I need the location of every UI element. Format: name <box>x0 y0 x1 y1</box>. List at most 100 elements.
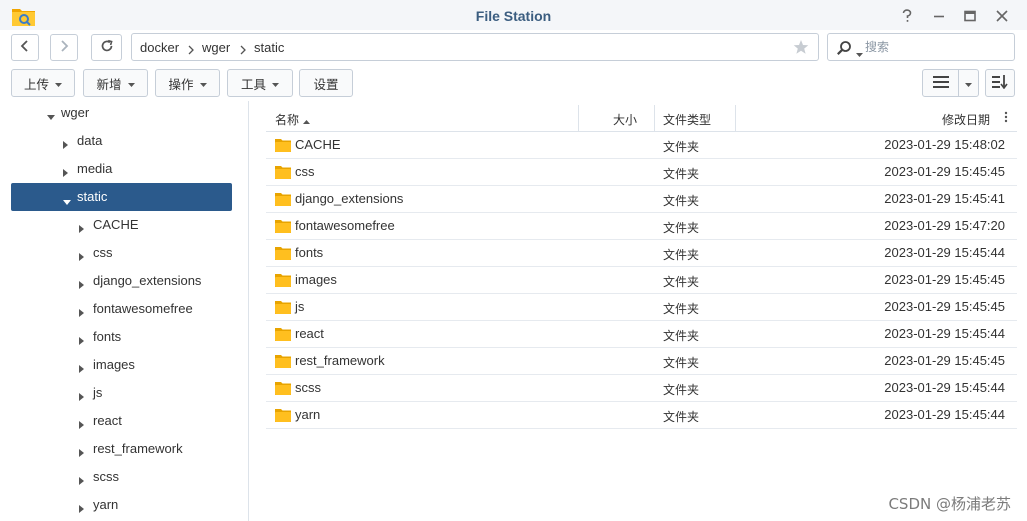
column-header-size[interactable]: 大小 <box>613 111 637 128</box>
upload-button[interactable]: 上传 <box>11 69 75 97</box>
file-row[interactable]: yarn 文件夹 2023-01-29 15:45:44 <box>266 402 1017 429</box>
collapsed-arrow-icon[interactable] <box>79 389 85 404</box>
action-label: 操作 <box>168 76 194 92</box>
folder-tree: wger data media static CACHE css django_exten… <box>0 101 249 521</box>
file-row[interactable]: rest_framework 文件夹 2023-01-29 15:45:45 <box>266 348 1017 375</box>
chevron-right-icon <box>59 39 69 56</box>
column-header-type[interactable]: 文件类型 <box>663 111 711 128</box>
refresh-icon <box>100 39 114 56</box>
file-type: 文件夹 <box>663 248 700 262</box>
close-icon[interactable] <box>992 6 1012 26</box>
file-type: 文件夹 <box>663 140 700 154</box>
file-row[interactable]: CACHE 文件夹 2023-01-29 15:48:02 <box>266 132 1017 159</box>
tree-item[interactable]: fonts <box>11 323 232 351</box>
collapsed-arrow-icon[interactable] <box>79 305 85 320</box>
expanded-arrow-icon[interactable] <box>63 194 71 209</box>
view-options-dropdown[interactable] <box>958 69 979 97</box>
file-row[interactable]: fonts 文件夹 2023-01-29 15:45:44 <box>266 240 1017 267</box>
sort-icon <box>992 74 1008 92</box>
tools-label: 工具 <box>240 76 266 92</box>
minimize-icon[interactable] <box>929 6 949 26</box>
breadcrumb-static[interactable]: static <box>254 40 284 55</box>
search-input[interactable] <box>865 38 1005 56</box>
tree-item-label: media <box>77 161 113 176</box>
refresh-button[interactable] <box>91 34 122 61</box>
help-icon[interactable] <box>897 6 917 26</box>
tree-item[interactable]: CACHE <box>11 211 232 239</box>
file-type: 文件夹 <box>663 194 700 208</box>
file-type: 文件夹 <box>663 302 700 316</box>
tree-item-wger[interactable]: wger <box>11 99 232 127</box>
tree-item[interactable]: scss <box>11 463 232 491</box>
collapsed-arrow-icon[interactable] <box>79 473 85 488</box>
tree-item[interactable]: js <box>11 379 232 407</box>
folder-icon <box>275 408 291 425</box>
create-button[interactable]: 新增 <box>83 69 148 97</box>
tree-item[interactable]: rest_framework <box>11 435 232 463</box>
settings-button[interactable]: 设置 <box>299 69 353 97</box>
file-row[interactable]: js 文件夹 2023-01-29 15:45:45 <box>266 294 1017 321</box>
collapsed-arrow-icon[interactable] <box>79 417 85 432</box>
tools-button[interactable]: 工具 <box>227 69 293 97</box>
tree-item-label: js <box>93 385 103 400</box>
column-header-modified[interactable]: 修改日期 <box>942 111 990 128</box>
window-title: File Station <box>475 8 552 24</box>
forward-button[interactable] <box>50 34 78 61</box>
star-icon[interactable] <box>793 39 809 58</box>
search-options-caret-icon[interactable] <box>856 46 863 61</box>
breadcrumb-wger[interactable]: wger <box>202 40 230 55</box>
tree-item[interactable]: media <box>11 155 232 183</box>
file-modified-date: 2023-01-29 15:45:44 <box>884 380 1005 395</box>
sort-button[interactable] <box>985 69 1015 97</box>
tree-item[interactable]: fontawesomefree <box>11 295 232 323</box>
file-modified-date: 2023-01-29 15:45:44 <box>884 245 1005 260</box>
tree-item[interactable]: css <box>11 239 232 267</box>
tree-item-label: wger <box>61 105 90 120</box>
search-box[interactable] <box>827 33 1015 61</box>
column-divider[interactable] <box>735 105 736 132</box>
file-row[interactable]: css 文件夹 2023-01-29 15:45:45 <box>266 159 1017 186</box>
collapsed-arrow-icon[interactable] <box>79 361 85 376</box>
collapsed-arrow-icon[interactable] <box>79 221 85 236</box>
collapsed-arrow-icon[interactable] <box>79 445 85 460</box>
maximize-icon[interactable] <box>960 6 980 26</box>
tree-item[interactable]: django_extensions <box>11 267 232 295</box>
tree-item-label: yarn <box>93 497 119 512</box>
tree-item[interactable]: data <box>11 127 232 155</box>
collapsed-arrow-icon[interactable] <box>79 249 85 264</box>
file-modified-date: 2023-01-29 15:45:45 <box>884 272 1005 287</box>
column-divider[interactable] <box>578 105 579 132</box>
collapsed-arrow-icon[interactable] <box>63 137 69 152</box>
collapsed-arrow-icon[interactable] <box>63 165 69 180</box>
file-modified-date: 2023-01-29 15:45:44 <box>884 407 1005 422</box>
search-icon[interactable] <box>836 40 852 59</box>
column-divider[interactable] <box>654 105 655 132</box>
folder-icon <box>275 246 291 263</box>
file-row[interactable]: react 文件夹 2023-01-29 15:45:44 <box>266 321 1017 348</box>
list-view-button[interactable] <box>922 69 959 97</box>
file-modified-date: 2023-01-29 15:48:02 <box>884 137 1005 152</box>
expanded-arrow-icon[interactable] <box>47 109 55 124</box>
breadcrumb-docker[interactable]: docker <box>140 40 179 55</box>
file-name: fonts <box>295 245 324 260</box>
file-row[interactable]: django_extensions 文件夹 2023-01-29 15:45:41 <box>266 186 1017 213</box>
collapsed-arrow-icon[interactable] <box>79 277 85 292</box>
column-header-name[interactable]: 名称 <box>275 111 310 128</box>
column-options-icon[interactable] <box>1004 110 1008 127</box>
tree-item[interactable]: react <box>11 407 232 435</box>
collapsed-arrow-icon[interactable] <box>79 501 85 516</box>
tree-item[interactable]: yarn <box>11 491 232 519</box>
collapsed-arrow-icon[interactable] <box>79 333 85 348</box>
file-type: 文件夹 <box>663 410 700 424</box>
file-type: 文件夹 <box>663 383 700 397</box>
tree-item[interactable]: images <box>11 351 232 379</box>
file-row[interactable]: images 文件夹 2023-01-29 15:45:45 <box>266 267 1017 294</box>
file-row[interactable]: fontawesomefree 文件夹 2023-01-29 15:47:20 <box>266 213 1017 240</box>
file-name: CACHE <box>295 137 341 152</box>
action-button[interactable]: 操作 <box>155 69 220 97</box>
dropdown-caret-icon <box>199 76 207 91</box>
path-bar[interactable]: docker wger static <box>131 33 819 61</box>
tree-item[interactable]: static <box>11 183 232 211</box>
file-row[interactable]: scss 文件夹 2023-01-29 15:45:44 <box>266 375 1017 402</box>
back-button[interactable] <box>11 34 39 61</box>
